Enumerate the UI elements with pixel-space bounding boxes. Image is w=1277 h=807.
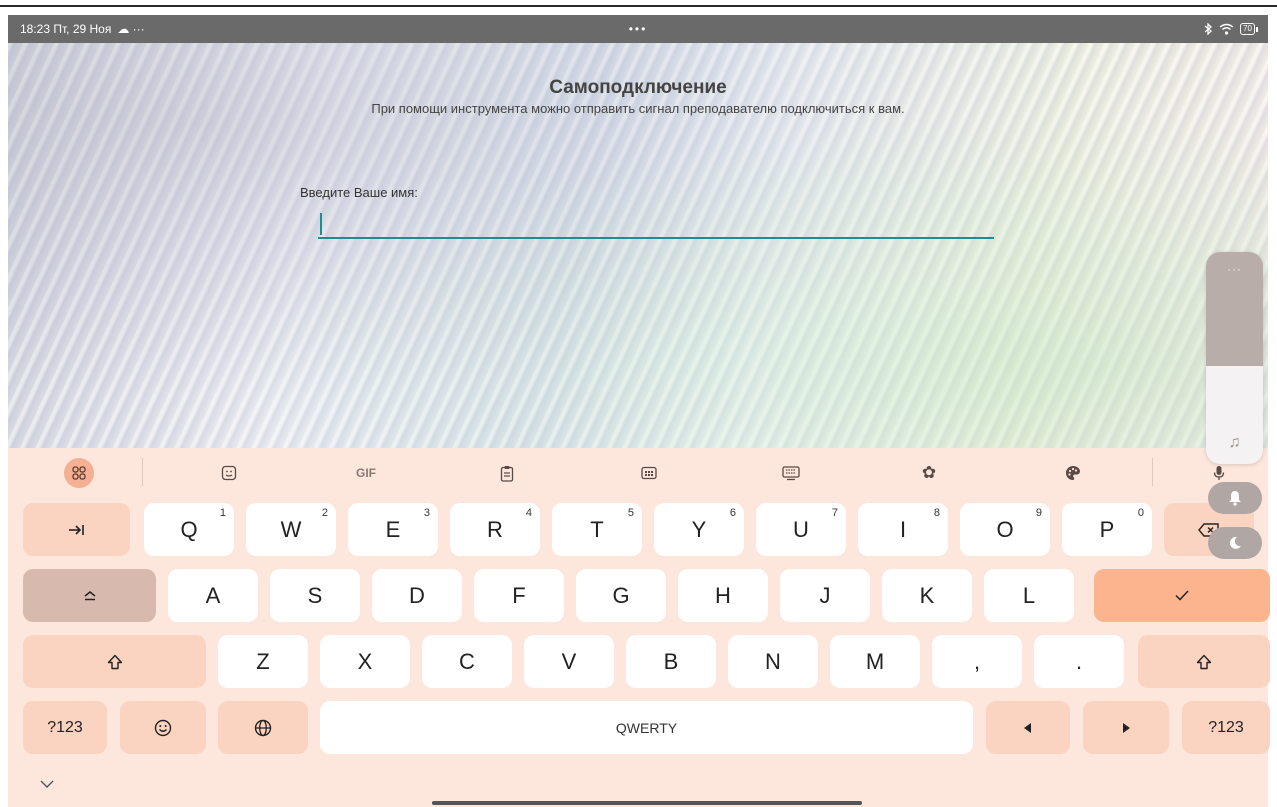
key-f[interactable]: F	[474, 569, 564, 622]
volume-more-button[interactable]: ···	[1206, 262, 1263, 276]
gif-button[interactable]: GIF	[346, 458, 386, 488]
key-hint: 0	[1137, 507, 1144, 519]
key-a[interactable]: A	[168, 569, 258, 622]
emoji-smile-icon[interactable]	[120, 701, 206, 754]
key-r[interactable]: R4	[450, 503, 540, 556]
top-frame-line	[0, 5, 1277, 7]
collapse-keyboard-chevron-icon[interactable]	[40, 775, 54, 791]
key-t[interactable]: T5	[552, 503, 642, 556]
key-e[interactable]: E3	[348, 503, 438, 556]
key-label: Y	[691, 516, 707, 542]
status-bar: 18:23 Пт, 29 Ноя ☁ ··· ••• 70	[8, 15, 1268, 43]
bell-icon[interactable]	[1208, 482, 1262, 514]
name-field-label: Введите Ваше имя:	[300, 185, 418, 200]
battery-level: 70	[1240, 23, 1255, 35]
key-label: P	[1099, 516, 1115, 542]
gesture-nav-bar[interactable]	[432, 801, 862, 805]
key-y[interactable]: Y6	[654, 503, 744, 556]
key-d[interactable]: D	[372, 569, 462, 622]
symbols-key-left[interactable]: ?123	[23, 701, 107, 754]
on-screen-keyboard: GIF ✿ Q1 W2 E3 R4 T5 Y6 U7 I8 O9 P0 A S …	[8, 448, 1270, 807]
key-u[interactable]: U7	[756, 503, 846, 556]
key-label: Q	[180, 516, 198, 542]
key-hint: 2	[321, 507, 328, 519]
key-g[interactable]: G	[576, 569, 666, 622]
key-q[interactable]: Q1	[144, 503, 234, 556]
key-hint: 7	[831, 507, 838, 519]
key-hint: 5	[627, 507, 634, 519]
toolbar-separator	[142, 458, 143, 486]
key-label: T	[590, 516, 604, 542]
status-center-dots[interactable]: •••	[8, 22, 1268, 36]
key-z[interactable]: Z	[218, 635, 308, 688]
bluetooth-icon	[1204, 23, 1213, 35]
wifi-icon	[1219, 23, 1234, 35]
key-k[interactable]: K	[882, 569, 972, 622]
page-title: Самоподключение	[549, 77, 727, 98]
text-cursor	[320, 213, 322, 235]
sticker-icon[interactable]	[214, 458, 244, 488]
name-input[interactable]	[318, 209, 994, 239]
numpad-icon[interactable]	[634, 458, 664, 488]
page-subtitle: При помощи инструмента можно отправить с…	[371, 101, 905, 116]
key-l[interactable]: L	[984, 569, 1074, 622]
key-j[interactable]: J	[780, 569, 870, 622]
key-c[interactable]: C	[422, 635, 512, 688]
key-comma[interactable]: ,	[932, 635, 1022, 688]
key-b[interactable]: B	[626, 635, 716, 688]
key-label: O	[996, 516, 1014, 542]
key-label: U	[793, 516, 809, 542]
key-hint: 6	[729, 507, 736, 519]
key-s[interactable]: S	[270, 569, 360, 622]
key-m[interactable]: M	[830, 635, 920, 688]
key-n[interactable]: N	[728, 635, 818, 688]
clipboard-icon[interactable]	[492, 458, 522, 488]
key-h[interactable]: H	[678, 569, 768, 622]
key-o[interactable]: O9	[960, 503, 1050, 556]
battery-icon: 70	[1240, 23, 1258, 35]
key-label: W	[280, 516, 302, 542]
key-hint: 8	[933, 507, 940, 519]
status-right: 70	[1204, 23, 1258, 35]
keyboard-layout-icon[interactable]	[776, 458, 806, 488]
enter-key[interactable]	[1094, 569, 1270, 622]
cursor-left-icon[interactable]	[986, 701, 1070, 754]
key-hint: 9	[1035, 507, 1042, 519]
symbols-key-right[interactable]: ?123	[1182, 701, 1270, 754]
space-key[interactable]: QWERTY	[320, 701, 973, 754]
music-note-icon: ♫	[1228, 434, 1241, 451]
key-p[interactable]: P0	[1062, 503, 1152, 556]
settings-gear-icon[interactable]: ✿	[914, 458, 944, 488]
toolbar-separator	[1152, 458, 1153, 486]
key-hint: 1	[219, 507, 226, 519]
apps-grid-icon[interactable]	[64, 458, 94, 488]
moon-icon[interactable]	[1208, 527, 1262, 559]
shift-right-key[interactable]	[1138, 635, 1270, 688]
key-period[interactable]: .	[1034, 635, 1124, 688]
tab-key[interactable]	[23, 503, 130, 556]
keyboard-toolbar: GIF ✿	[8, 448, 1268, 496]
volume-panel[interactable]: ··· ♫	[1206, 252, 1263, 464]
globe-icon[interactable]	[218, 701, 308, 754]
key-label: E	[385, 516, 401, 542]
app-background: Самоподключение При помощи инструмента м…	[8, 43, 1268, 448]
key-label: R	[487, 516, 503, 542]
key-hint: 3	[423, 507, 430, 519]
cursor-right-icon[interactable]	[1083, 701, 1169, 754]
theme-palette-icon[interactable]	[1058, 458, 1088, 488]
key-v[interactable]: V	[524, 635, 614, 688]
layout-switch-key[interactable]	[23, 569, 156, 622]
key-w[interactable]: W2	[246, 503, 336, 556]
key-x[interactable]: X	[320, 635, 410, 688]
key-i[interactable]: I8	[858, 503, 948, 556]
shift-left-key[interactable]	[23, 635, 206, 688]
key-label: I	[899, 516, 907, 542]
key-hint: 4	[525, 507, 532, 519]
